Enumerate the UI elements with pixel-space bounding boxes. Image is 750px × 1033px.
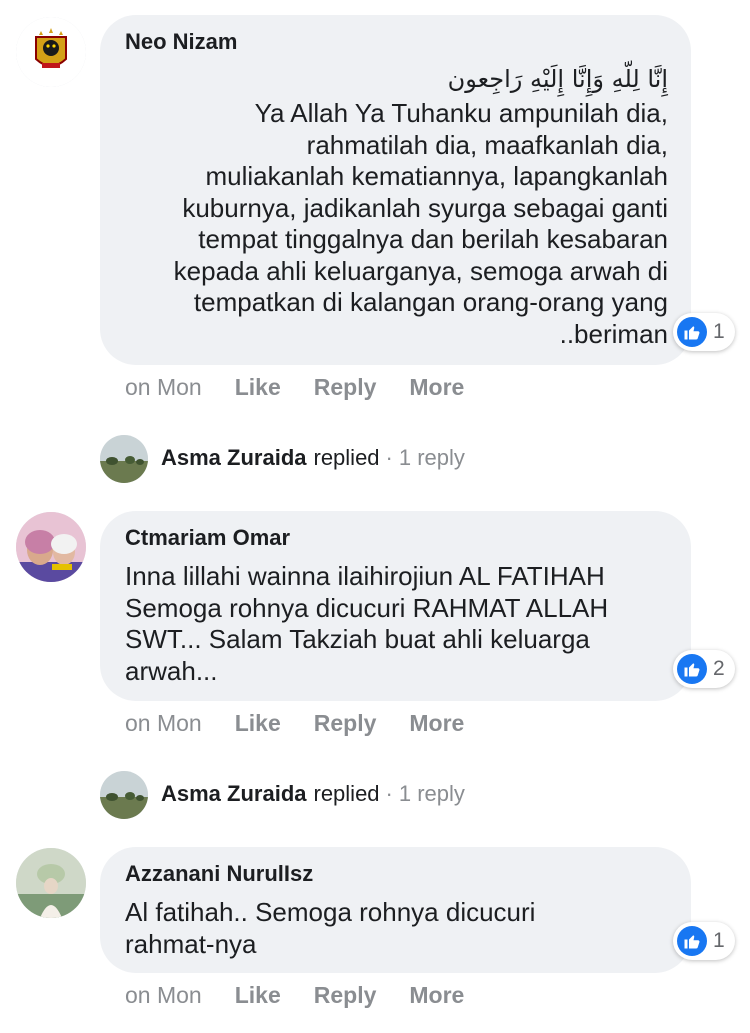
reply-button[interactable]: Reply (314, 374, 377, 401)
reply-button[interactable]: Reply (314, 982, 377, 1009)
like-button[interactable]: Like (235, 710, 281, 737)
comments-thread: Neo Nizam إِنَّا لِلّهِ وَإِنَّا إِلَيْه… (0, 0, 750, 1033)
like-reaction-icon (677, 926, 707, 956)
more-button[interactable]: More (409, 374, 464, 401)
comment-timestamp[interactable]: on Mon (125, 982, 202, 1009)
reply-count-link[interactable]: 1 reply (399, 445, 465, 471)
comment-text: Al fatihah.. Semoga rohnya dicucuri rahm… (125, 897, 536, 959)
reaction-count: 2 (713, 657, 725, 680)
like-reaction-icon (677, 317, 707, 347)
more-button[interactable]: More (409, 982, 464, 1009)
comment-author[interactable]: Azzanani NurulIsz (125, 861, 313, 887)
avatar-ctmariam-omar[interactable] (16, 512, 86, 582)
reply-count-link[interactable]: 1 reply (399, 781, 465, 807)
comment-text: Ya Allah Ya Tuhanku ampunilah dia, rahma… (173, 98, 668, 349)
separator-dot: · (385, 445, 393, 470)
comment-author[interactable]: Ctmariam Omar (125, 525, 290, 551)
landscape-photo-icon (100, 771, 148, 819)
comment-timestamp[interactable]: on Mon (125, 374, 202, 401)
profile-photo-icon (16, 848, 86, 918)
replies-summary[interactable]: Asma Zuraida replied · 1 reply (161, 781, 465, 807)
avatar-neo-nizam[interactable] (16, 17, 86, 87)
profile-photo-icon (16, 512, 86, 582)
comment-actions: on Mon Like Reply More (125, 374, 497, 401)
reply-button[interactable]: Reply (314, 710, 377, 737)
landscape-photo-icon (100, 435, 148, 483)
tiger-crest-icon (16, 17, 86, 87)
comment-actions: on Mon Like Reply More (125, 710, 497, 737)
reaction-badge[interactable]: 1 (673, 313, 735, 351)
more-button[interactable]: More (409, 710, 464, 737)
like-button[interactable]: Like (235, 374, 281, 401)
comment-text: Inna lillahi wainna ilaihirojiun AL FATI… (125, 561, 609, 686)
reply-author[interactable]: Asma Zuraida (161, 445, 307, 471)
comment-arabic-text: إِنَّا لِلّهِ وَإِنَّا إِلَيْهِ رَاجِعون (447, 65, 668, 93)
comment-actions: on Mon Like Reply More (125, 982, 497, 1009)
replied-label: replied (313, 445, 380, 470)
reaction-count: 1 (713, 320, 725, 343)
replied-label: replied (313, 781, 380, 806)
like-button[interactable]: Like (235, 982, 281, 1009)
reaction-count: 1 (713, 929, 725, 952)
replies-summary[interactable]: Asma Zuraida replied · 1 reply (161, 445, 465, 471)
comment-timestamp[interactable]: on Mon (125, 710, 202, 737)
reaction-badge[interactable]: 1 (673, 922, 735, 960)
avatar-asma-zuraida[interactable] (100, 435, 148, 483)
reply-author[interactable]: Asma Zuraida (161, 781, 307, 807)
reaction-badge[interactable]: 2 (673, 650, 735, 688)
avatar-azzanani-nurulisz[interactable] (16, 848, 86, 918)
avatar-asma-zuraida[interactable] (100, 771, 148, 819)
like-reaction-icon (677, 654, 707, 684)
comment-author[interactable]: Neo Nizam (125, 29, 237, 55)
separator-dot: · (385, 781, 393, 806)
